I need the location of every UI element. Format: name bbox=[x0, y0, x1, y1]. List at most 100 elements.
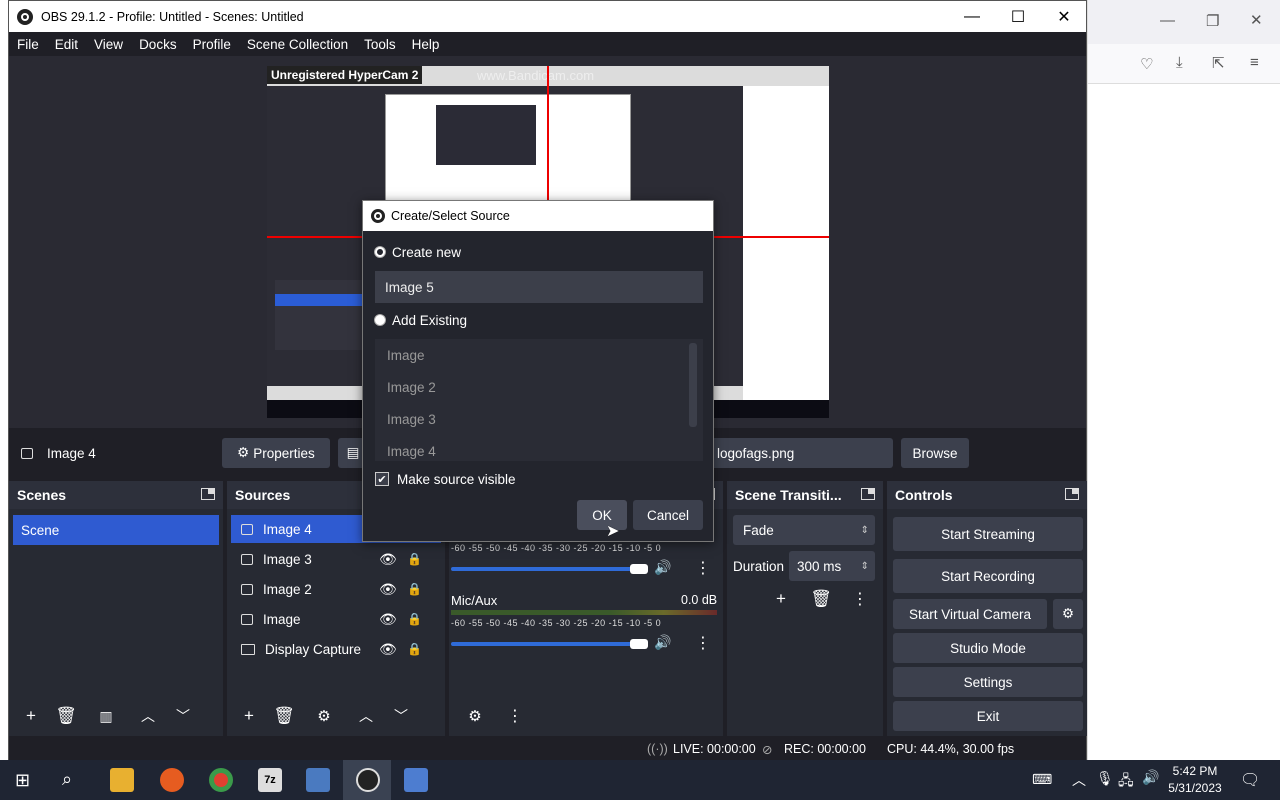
add-source-icon[interactable]: + bbox=[235, 703, 263, 729]
menu-docks[interactable]: Docks bbox=[139, 37, 177, 52]
download-icon[interactable]: ⤓ bbox=[1176, 54, 1183, 71]
source-row[interactable]: Display Capture 👁 🔒 bbox=[231, 635, 441, 663]
lock-icon[interactable]: 🔒 bbox=[407, 552, 422, 566]
duration-input[interactable]: 300 ms ⇕ bbox=[789, 551, 875, 581]
move-up-icon[interactable]: ︿ bbox=[134, 703, 162, 729]
list-item[interactable]: Image 3 bbox=[375, 403, 703, 435]
scene-item[interactable]: Scene bbox=[13, 515, 219, 545]
kebab-menu-icon[interactable]: ⋮ bbox=[695, 558, 711, 578]
source-row[interactable]: Image 👁 🔒 bbox=[231, 605, 441, 633]
speaker-icon[interactable]: 🔊 bbox=[654, 559, 671, 576]
list-scrollbar[interactable] bbox=[689, 343, 697, 427]
hypercam-icon[interactable] bbox=[404, 768, 428, 792]
menu-scene-collection[interactable]: Scene Collection bbox=[247, 37, 348, 52]
start-streaming-button[interactable]: Start Streaming bbox=[893, 517, 1083, 551]
remove-transition-icon[interactable]: 🗑 bbox=[807, 586, 835, 612]
list-item[interactable]: Image bbox=[375, 339, 703, 371]
create-new-radio[interactable] bbox=[374, 246, 386, 258]
duration-label: Duration bbox=[733, 559, 785, 574]
undock-icon[interactable] bbox=[201, 488, 215, 500]
7zip-icon[interactable]: 7z bbox=[258, 768, 282, 792]
add-existing-radio[interactable] bbox=[374, 314, 386, 326]
extensions-icon[interactable]: ⇱ bbox=[1212, 54, 1225, 72]
file-explorer-icon[interactable] bbox=[110, 768, 134, 792]
transition-select[interactable]: Fade ⇕ bbox=[733, 515, 875, 545]
visibility-eye-icon[interactable]: 👁 bbox=[379, 611, 397, 628]
kebab-menu-icon[interactable]: ⋮ bbox=[695, 633, 711, 653]
lock-icon[interactable]: 🔒 bbox=[407, 582, 422, 596]
advanced-audio-icon[interactable]: ⚙ bbox=[461, 703, 489, 729]
list-item[interactable]: Image 2 bbox=[375, 371, 703, 403]
firefox-icon[interactable] bbox=[160, 768, 184, 792]
ok-button[interactable]: OK bbox=[577, 500, 627, 530]
exit-button[interactable]: Exit bbox=[893, 701, 1083, 731]
mixer-menu-icon[interactable]: ⋮ bbox=[501, 703, 529, 729]
virtual-camera-settings-button[interactable]: ⚙ bbox=[1053, 599, 1083, 629]
existing-sources-list[interactable]: Image Image 2 Image 3 Image 4 bbox=[375, 339, 703, 461]
maximize-button[interactable]: ☐ bbox=[995, 1, 1041, 32]
visibility-eye-icon[interactable]: 👁 bbox=[379, 581, 397, 598]
keyboard-icon[interactable]: ⌨ bbox=[1032, 771, 1052, 788]
menu-profile[interactable]: Profile bbox=[193, 37, 231, 52]
source-row[interactable]: Image 3 👁 🔒 bbox=[231, 545, 441, 573]
speaker-icon[interactable]: 🔊 bbox=[654, 634, 671, 651]
settings-button[interactable]: Settings bbox=[893, 667, 1083, 697]
source-properties-icon[interactable]: ⚙ bbox=[310, 703, 338, 729]
studio-mode-button[interactable]: Studio Mode bbox=[893, 633, 1083, 663]
minimize-button[interactable]: — bbox=[949, 1, 995, 32]
search-icon[interactable]: ⌕ bbox=[62, 769, 72, 790]
source-row[interactable]: Image 2 👁 🔒 bbox=[231, 575, 441, 603]
browse-button[interactable]: Browse bbox=[901, 438, 969, 468]
browser-minimize-icon[interactable]: — bbox=[1160, 12, 1175, 29]
clock-time[interactable]: 5:42 PM bbox=[1162, 764, 1228, 778]
move-down-icon[interactable]: ﹀ bbox=[169, 703, 197, 729]
volume-slider[interactable] bbox=[451, 567, 639, 571]
network-icon[interactable]: 🖧 bbox=[1118, 770, 1134, 794]
menu-edit[interactable]: Edit bbox=[55, 37, 78, 52]
add-scene-icon[interactable]: + bbox=[17, 703, 45, 729]
start-recording-button[interactable]: Start Recording bbox=[893, 559, 1083, 593]
cancel-button[interactable]: Cancel bbox=[633, 500, 703, 530]
browser-close-icon[interactable]: ✕ bbox=[1250, 11, 1263, 29]
scene-filters-icon[interactable]: ▥ bbox=[92, 703, 120, 729]
source-label: Image 2 bbox=[263, 581, 312, 597]
chrome-icon[interactable] bbox=[209, 768, 233, 792]
undock-icon[interactable] bbox=[861, 488, 875, 500]
new-source-name-input[interactable]: Image 5 bbox=[375, 271, 703, 303]
volume-knob[interactable] bbox=[630, 639, 648, 649]
tray-chevron-icon[interactable]: ︿ bbox=[1072, 770, 1086, 790]
menu-view[interactable]: View bbox=[94, 37, 123, 52]
add-transition-icon[interactable]: + bbox=[767, 586, 795, 612]
volume-slider[interactable] bbox=[451, 642, 639, 646]
visibility-eye-icon[interactable]: 👁 bbox=[379, 551, 397, 568]
lock-icon[interactable]: 🔒 bbox=[407, 642, 422, 656]
volume-icon[interactable]: 🔊 bbox=[1142, 769, 1159, 786]
remove-scene-icon[interactable]: 🗑 bbox=[52, 703, 80, 729]
remove-source-icon[interactable]: 🗑 bbox=[270, 703, 298, 729]
menu-file[interactable]: File bbox=[17, 37, 39, 52]
make-visible-checkbox[interactable]: ✔ bbox=[375, 472, 389, 486]
list-item[interactable]: Image 4 bbox=[375, 435, 703, 461]
remote-desktop-icon[interactable] bbox=[306, 768, 330, 792]
close-button[interactable]: ✕ bbox=[1041, 1, 1087, 32]
obs-taskbar-icon[interactable] bbox=[356, 768, 380, 792]
undock-icon[interactable] bbox=[1065, 488, 1079, 500]
file-path-field[interactable]: logofags.png bbox=[709, 438, 893, 468]
visibility-eye-icon[interactable]: 👁 bbox=[379, 641, 397, 658]
move-up-icon[interactable]: ︿ bbox=[352, 703, 380, 729]
pocket-icon[interactable]: ♡ bbox=[1140, 55, 1153, 73]
transition-menu-icon[interactable]: ⋮ bbox=[846, 586, 874, 612]
menu-help[interactable]: Help bbox=[412, 37, 440, 52]
menu-tools[interactable]: Tools bbox=[364, 37, 396, 52]
browser-restore-icon[interactable]: ❐ bbox=[1206, 12, 1219, 30]
properties-button[interactable]: ⚙ Properties bbox=[222, 438, 330, 468]
start-icon[interactable]: ⊞ bbox=[15, 770, 30, 791]
start-virtual-camera-button[interactable]: Start Virtual Camera bbox=[893, 599, 1047, 629]
hamburger-menu-icon[interactable]: ≡ bbox=[1250, 54, 1259, 71]
microphone-icon[interactable]: 🎙 bbox=[1096, 770, 1114, 787]
lock-icon[interactable]: 🔒 bbox=[407, 612, 422, 626]
move-down-icon[interactable]: ﹀ bbox=[387, 703, 415, 729]
volume-knob[interactable] bbox=[630, 564, 648, 574]
clock-date[interactable]: 5/31/2023 bbox=[1162, 781, 1228, 795]
notifications-icon[interactable]: 🗨 bbox=[1240, 770, 1260, 790]
